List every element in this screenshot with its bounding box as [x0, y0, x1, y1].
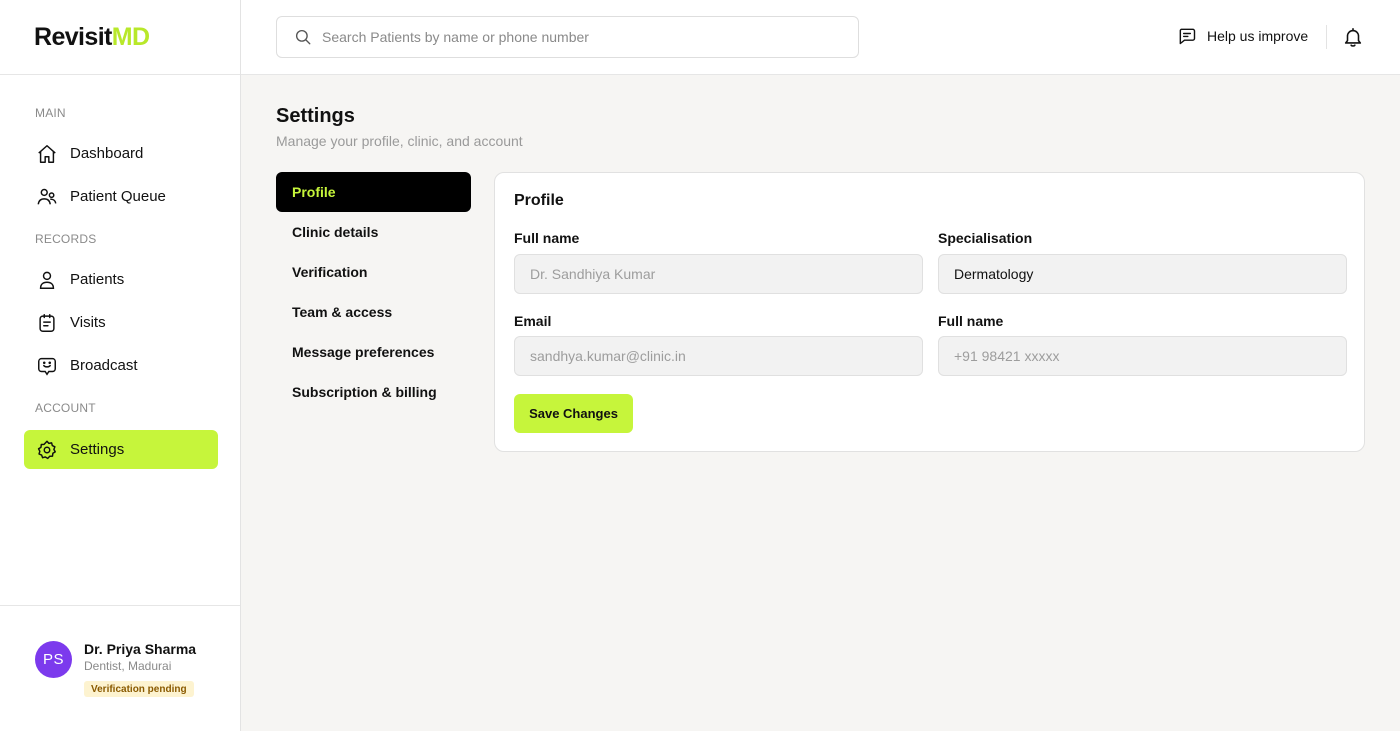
email-label: Email	[514, 313, 552, 329]
phone-label: Full name	[938, 313, 1004, 329]
clipboard-icon	[36, 312, 58, 334]
sidebar-item-broadcast[interactable]: Broadcast	[24, 346, 218, 385]
user-role: Dentist, Madurai	[84, 659, 172, 673]
search-bar[interactable]	[276, 16, 859, 58]
gear-icon	[36, 439, 58, 461]
specialisation-input[interactable]	[954, 266, 1346, 282]
sidebar-item-settings[interactable]: Settings	[24, 430, 218, 469]
user-icon	[36, 269, 58, 291]
sidebar-item-label: Patient Queue	[70, 188, 166, 205]
user-profile-card[interactable]: PS Dr. Priya Sharma Dentist, Madurai Ver…	[0, 605, 240, 731]
header-divider	[1326, 25, 1327, 49]
users-icon	[36, 186, 58, 208]
sidebar-item-label: Broadcast	[70, 357, 138, 374]
phone-field[interactable]	[938, 336, 1347, 376]
sidebar-item-patient-queue[interactable]: Patient Queue	[24, 177, 218, 216]
nav-section-account: ACCOUNT	[35, 401, 96, 415]
feedback-icon	[1177, 26, 1197, 46]
brand-name-part-b: MD	[111, 22, 150, 51]
home-icon	[36, 143, 58, 165]
page-title: Settings	[276, 105, 355, 127]
sidebar: RevisitMD MAIN Dashboard Patient Queue R…	[0, 0, 241, 731]
logo-area: RevisitMD	[0, 0, 240, 75]
email-field[interactable]	[514, 336, 923, 376]
full-name-input[interactable]	[530, 266, 922, 282]
phone-input[interactable]	[954, 348, 1346, 364]
message-smile-icon	[36, 355, 58, 377]
settings-tab-message-preferences[interactable]: Message preferences	[276, 332, 471, 372]
settings-tab-verification[interactable]: Verification	[276, 252, 471, 292]
nav-section-records: RECORDS	[35, 232, 97, 246]
sidebar-item-label: Settings	[70, 441, 125, 458]
topbar: Help us improve	[241, 0, 1400, 75]
profile-card: Profile Full name Specialisation Email F…	[494, 172, 1365, 452]
notifications-button[interactable]	[1342, 26, 1364, 48]
bell-icon	[1342, 26, 1364, 48]
profile-card-title: Profile	[514, 192, 564, 209]
specialisation-field[interactable]	[938, 254, 1347, 294]
email-input[interactable]	[530, 348, 922, 364]
sidebar-item-visits[interactable]: Visits	[24, 303, 218, 342]
sidebar-item-label: Dashboard	[70, 145, 144, 162]
nav-section-main: MAIN	[35, 106, 66, 120]
avatar[interactable]: PS	[35, 641, 72, 678]
sidebar-item-label: Patients	[70, 271, 125, 288]
settings-tab-clinic-details[interactable]: Clinic details	[276, 212, 471, 252]
help-improve-button[interactable]: Help us improve	[1177, 26, 1308, 46]
status-badge: Verification pending	[84, 681, 194, 697]
help-improve-label: Help us improve	[1207, 28, 1309, 44]
specialisation-label: Specialisation	[938, 230, 1033, 246]
full-name-label: Full name	[514, 230, 580, 246]
full-name-field[interactable]	[514, 254, 923, 294]
sidebar-item-dashboard[interactable]: Dashboard	[24, 134, 218, 173]
brand-logo[interactable]: RevisitMD	[34, 22, 150, 52]
sidebar-item-patients[interactable]: Patients	[24, 260, 218, 299]
sidebar-item-label: Visits	[70, 314, 106, 331]
settings-tab-profile[interactable]: Profile	[276, 172, 471, 212]
settings-tab-team-access[interactable]: Team & access	[276, 292, 471, 332]
save-changes-button[interactable]: Save Changes	[514, 394, 633, 433]
page-subtitle: Manage your profile, clinic, and account	[276, 133, 523, 149]
settings-tab-subscription-billing[interactable]: Subscription & billing	[276, 372, 471, 412]
search-input[interactable]	[322, 29, 842, 45]
brand-name-part-a: Revisit	[34, 22, 112, 51]
search-icon	[294, 28, 312, 46]
user-name: Dr. Priya Sharma	[84, 641, 197, 657]
